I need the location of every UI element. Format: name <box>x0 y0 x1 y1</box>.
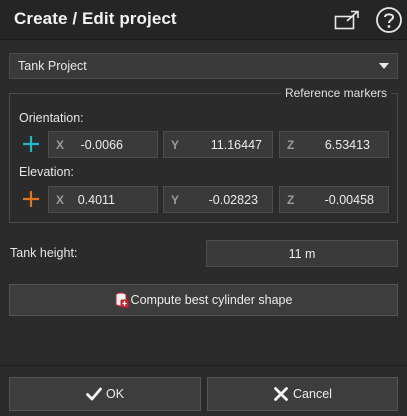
orientation-z-value: 6.53413 <box>324 138 370 152</box>
elevation-x-field[interactable]: X 0.4011 <box>48 186 158 213</box>
compute-best-cylinder-button[interactable]: Compute best cylinder shape <box>9 284 398 316</box>
tank-height-label: Tank height: <box>10 246 78 260</box>
cross-icon <box>274 387 288 401</box>
elevation-z-field[interactable]: Z -0.00458 <box>279 186 389 213</box>
tank-height-value: 11 m <box>288 247 316 261</box>
elevation-y-field[interactable]: Y -0.02823 <box>163 186 273 213</box>
reference-markers-group: Reference markers Orientation: X -0.0066… <box>9 86 398 223</box>
checkmark-icon <box>86 387 102 401</box>
elevation-y-axis-label: Y <box>171 193 180 207</box>
ok-button[interactable]: OK <box>9 377 201 411</box>
orientation-y-value: 11.16447 <box>210 138 262 152</box>
orientation-y-field[interactable]: Y 11.16447 <box>163 131 273 158</box>
dialog-title: Create / Edit project <box>14 9 177 28</box>
project-select-value: Tank Project <box>18 59 87 73</box>
elevation-label: Elevation: <box>19 165 74 179</box>
elevation-x-value: 0.4011 <box>77 193 115 207</box>
elevation-x-axis-label: X <box>56 193 65 207</box>
cylinder-icon <box>115 292 129 308</box>
cancel-button[interactable]: Cancel <box>207 377 398 411</box>
reference-markers-title: Reference markers <box>280 86 391 100</box>
orientation-marker-icon[interactable] <box>22 135 40 153</box>
dialog-title-bar: Create / Edit project <box>0 0 407 40</box>
orientation-x-axis-label: X <box>56 138 65 152</box>
elevation-z-value: -0.00458 <box>324 193 374 207</box>
orientation-x-field[interactable]: X -0.0066 <box>48 131 158 158</box>
orientation-y-axis-label: Y <box>171 138 180 152</box>
elevation-y-value: -0.02823 <box>208 193 258 207</box>
compute-best-cylinder-label: Compute best cylinder shape <box>130 293 293 307</box>
tank-height-field[interactable]: 11 m <box>206 240 398 267</box>
orientation-label: Orientation: <box>19 111 84 125</box>
help-icon[interactable] <box>375 6 403 34</box>
footer-divider <box>0 365 407 366</box>
orientation-x-value: -0.0066 <box>80 138 123 152</box>
elevation-z-axis-label: Z <box>287 193 295 207</box>
cancel-label: Cancel <box>293 387 332 401</box>
project-select[interactable]: Tank Project <box>9 53 398 79</box>
elevation-marker-icon[interactable] <box>22 190 40 208</box>
external-window-icon[interactable] <box>334 9 360 31</box>
ok-label: OK <box>105 387 125 401</box>
orientation-z-field[interactable]: Z 6.53413 <box>279 131 389 158</box>
orientation-z-axis-label: Z <box>287 138 295 152</box>
chevron-down-icon <box>379 63 389 69</box>
